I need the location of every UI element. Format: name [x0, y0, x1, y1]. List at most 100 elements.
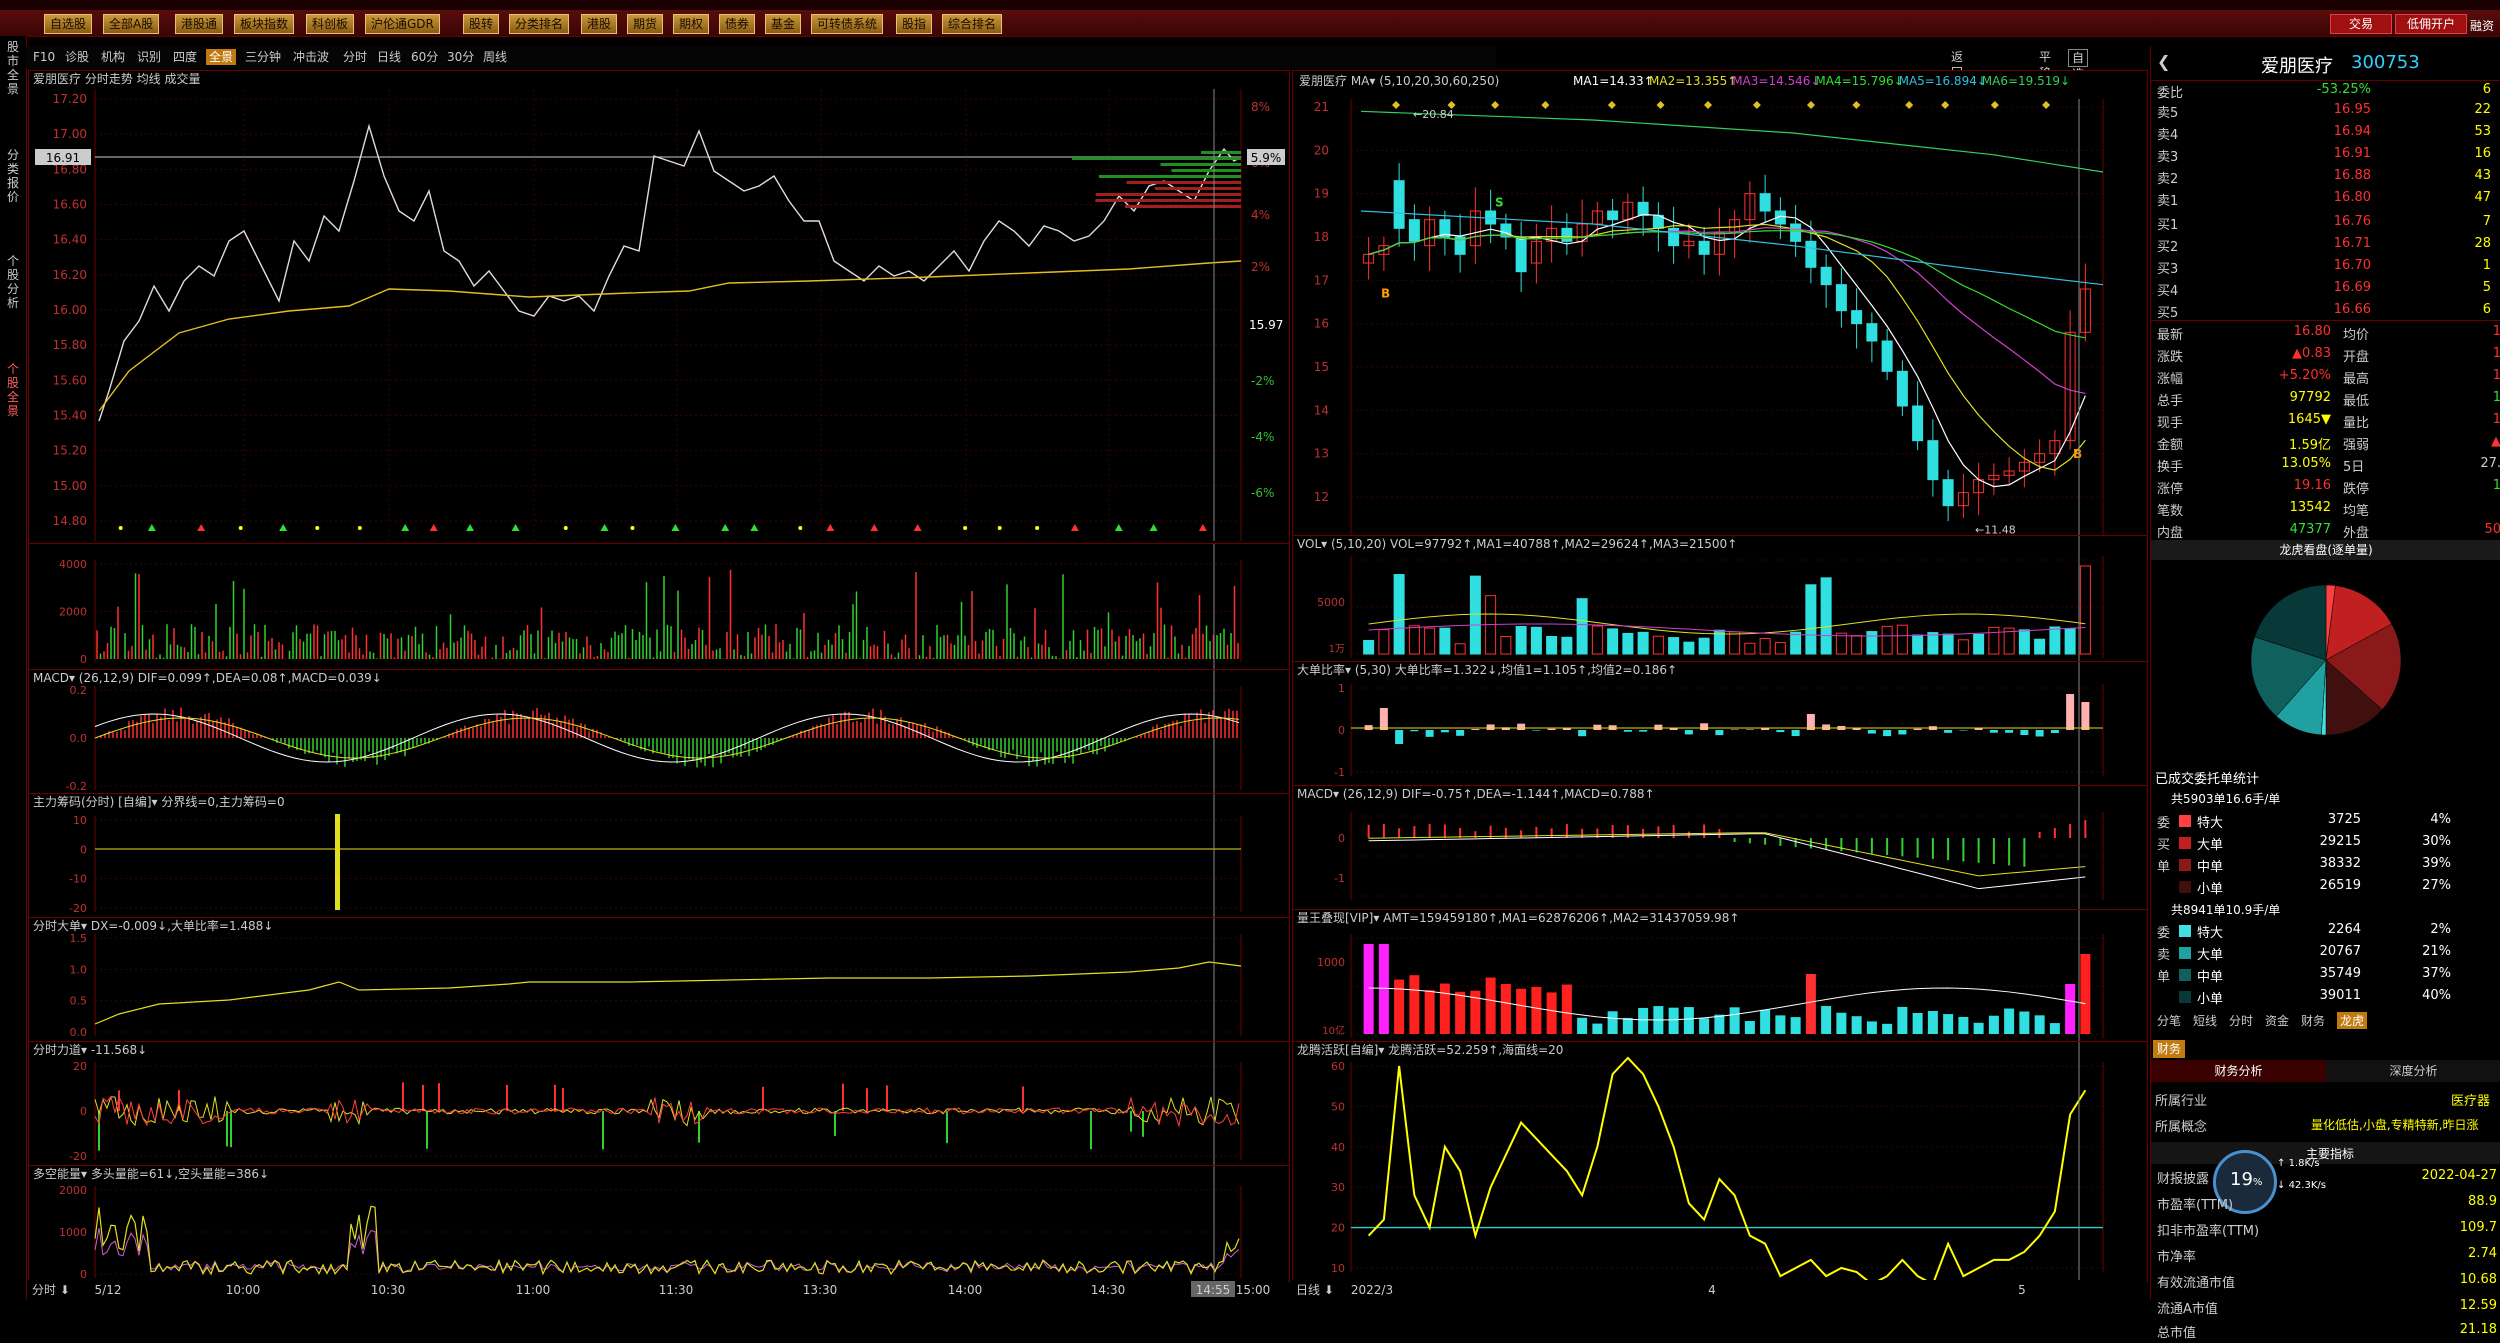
back-icon[interactable]: ❮ — [2157, 52, 2170, 71]
weibi-row[interactable]: 委比 -53.25% 6 — [2151, 82, 2500, 103]
tab-identify[interactable]: 识别 — [134, 49, 164, 65]
ddbl-bar — [2066, 694, 2075, 730]
tab-diagnose[interactable]: 诊股 — [62, 49, 92, 65]
tab-three-min[interactable]: 三分钟 — [242, 49, 284, 65]
finance-analysis-tab[interactable]: 财务分析 — [2151, 1060, 2326, 1082]
toolbar-item-12[interactable]: 基金 — [765, 14, 802, 34]
toolbar-item-7[interactable]: 分类排名 — [509, 14, 570, 34]
toolbar-item-15[interactable]: 综合排名 — [942, 14, 1003, 34]
sidebar-tab-stock-panorama[interactable]: 个股全景 — [2, 362, 24, 418]
quote-tab-3[interactable]: 资金 — [2265, 1012, 2289, 1029]
buy-level-row[interactable]: 买2 16.71 28 — [2151, 236, 2500, 257]
daily-lthy-chart[interactable]: 60 50 40 30 20 10 — [1293, 1042, 2147, 1281]
margin-link[interactable]: 融资 — [2470, 17, 2494, 34]
open-account-button[interactable]: 低佣开户 — [2395, 14, 2467, 34]
axis-label: -1 — [1334, 766, 1345, 779]
tab-four[interactable]: 四度 — [170, 49, 200, 65]
toolbar-item-3[interactable]: 板块指数 — [234, 14, 295, 34]
buy-level-row[interactable]: 买4 16.69 5 — [2151, 280, 2500, 301]
daily-vol-bar — [1866, 631, 1878, 655]
toolbar-item-6[interactable]: 股转 — [463, 14, 500, 34]
axis-label: 0.5 — [70, 995, 88, 1008]
stat-row: 总手 97792 最低 1 — [2157, 390, 2500, 409]
buy-level-row[interactable]: 买1 16.76 7 — [2151, 214, 2500, 235]
sidebar-tab-stock-analysis[interactable]: 个股分析 — [2, 254, 24, 310]
daily-vol-bar — [1729, 631, 1741, 655]
tab-panorama[interactable]: 全景 — [206, 49, 237, 65]
ma-value: MA2=13.355↑ — [1649, 74, 1737, 88]
sell-level-row[interactable]: 卖4 16.94 53 — [2151, 124, 2500, 145]
intraday-pct-label: -2% — [1251, 374, 1274, 388]
tab-daily[interactable]: 日线 — [374, 49, 404, 65]
ddbl-bar — [1623, 730, 1632, 732]
tab-institution[interactable]: 机构 — [98, 49, 128, 65]
daily-macd-label: 0 — [1338, 832, 1345, 845]
candle — [1637, 201, 1649, 216]
daily-vol-bar — [2079, 565, 2091, 655]
daily-macd-chart[interactable]: 0 -1 — [1293, 786, 2147, 910]
toolbar-item-13[interactable]: 可转债系统 — [811, 14, 884, 34]
lwjs-label: 1000 — [1317, 956, 1345, 969]
daily-vol-label: 5000 — [1317, 596, 1345, 609]
sell-level-row[interactable]: 卖3 16.91 16 — [2151, 146, 2500, 167]
watchlist-dropdown[interactable]: 自选 — [2068, 49, 2089, 81]
quote-tab-0[interactable]: 分笔 — [2157, 1012, 2181, 1029]
daily-macd-label: -1 — [1334, 872, 1345, 885]
dkn-chart[interactable]: 200010000 — [29, 1166, 1289, 1281]
quote-tab-4[interactable]: 财务 — [2301, 1012, 2325, 1029]
toolbar-item-0[interactable]: 自选股 — [44, 14, 93, 34]
daily-vol-chart[interactable]: 5000 1万 — [1293, 536, 2147, 662]
buy-level-row[interactable]: 买3 16.70 1 — [2151, 258, 2500, 279]
intraday-macd-chart[interactable]: 0.2 0.0 -0.2 — [29, 670, 1289, 794]
stat-row: 涨幅 +5.20% 最高 1 — [2157, 368, 2500, 387]
daily-ddbl-chart[interactable]: 1 0 -1 — [1293, 662, 2147, 786]
tab-60min[interactable]: 60分 — [408, 49, 441, 65]
lwjs-bar — [1851, 1016, 1862, 1034]
tab-f10[interactable]: F10 — [30, 49, 58, 65]
daily-y-label: 19 — [1314, 187, 1329, 201]
intraday-volume-chart[interactable]: 4000 2000 0 — [29, 544, 1289, 670]
quote-tab-5[interactable]: 龙虎 — [2337, 1012, 2368, 1029]
sidebar-tab-market[interactable]: 股市全景 — [2, 40, 24, 96]
toolbar-item-2[interactable]: 港股通 — [175, 14, 224, 34]
ddbl-bar — [2081, 702, 2090, 730]
tab-impact[interactable]: 冲击波 — [290, 49, 332, 65]
finance-tab[interactable]: 财务 — [2153, 1040, 2186, 1058]
lthy-line — [1367, 1056, 2087, 1281]
toolbar-item-4[interactable]: 科创板 — [306, 14, 355, 34]
sidebar-tab-category[interactable]: 分类报价 — [2, 148, 24, 204]
intraday-y-label: 17.00 — [53, 127, 87, 141]
lwjs-bar — [1455, 991, 1466, 1034]
trade-button[interactable]: 交易 — [2330, 14, 2392, 34]
toolbar-item-9[interactable]: 期货 — [627, 14, 664, 34]
intraday-price-chart[interactable]: 17.2017.0016.8016.6016.4016.2016.0015.80… — [29, 71, 1289, 544]
lwjs-label: 10亿 — [1322, 1024, 1345, 1037]
sell-level-row[interactable]: 卖5 16.95 22 — [2151, 102, 2500, 123]
pan-button[interactable]: 平移 — [2036, 49, 2054, 80]
sell-level-row[interactable]: 卖2 16.88 43 — [2151, 168, 2500, 189]
toolbar-item-14[interactable]: 股指 — [896, 14, 933, 34]
quote-tab-2[interactable]: 分时 — [2229, 1012, 2253, 1029]
back-to-analysis-link[interactable]: 返回个股分析 — [1948, 49, 1966, 144]
tab-30min[interactable]: 30分 — [444, 49, 477, 65]
toolbar-item-11[interactable]: 债券 — [719, 14, 756, 34]
tab-weekly[interactable]: 周线 — [480, 49, 510, 65]
ddbl-bar — [1700, 723, 1709, 730]
sell-level-row[interactable]: 卖1 16.80 47 — [2151, 190, 2500, 211]
fsld-chart[interactable]: 20 0 -20 — [29, 1042, 1289, 1166]
daily-kline-chart[interactable]: 爱朋医疗 MA▾ (5,10,20,30,60,250) MA1=14.33↑MA… — [1293, 71, 2147, 536]
depth-analysis-tab[interactable]: 深度分析 — [2326, 1060, 2500, 1082]
daily-lwjs-chart[interactable]: 1000 10亿 — [1293, 910, 2147, 1042]
toolbar-item-1[interactable]: 全部A股 — [103, 14, 160, 34]
toolbar-item-10[interactable]: 期权 — [673, 14, 710, 34]
candle — [1912, 405, 1924, 442]
tab-intraday[interactable]: 分时 — [340, 49, 370, 65]
fsdd-chart[interactable]: 1.5 1.0 0.5 0.0 — [29, 918, 1289, 1042]
intraday-time-tick: 14:00 — [948, 1283, 983, 1297]
industry-label: 所属行业 — [2155, 1094, 2208, 1109]
order-stat-row: 卖大单 20767 21% — [2157, 944, 2451, 963]
zlcm-chart[interactable]: 10 0 -10 -20 — [29, 794, 1289, 918]
toolbar-item-8[interactable]: 港股 — [581, 14, 618, 34]
quote-tab-1[interactable]: 短线 — [2193, 1012, 2217, 1029]
toolbar-item-5[interactable]: 沪伦通GDR — [365, 14, 440, 34]
